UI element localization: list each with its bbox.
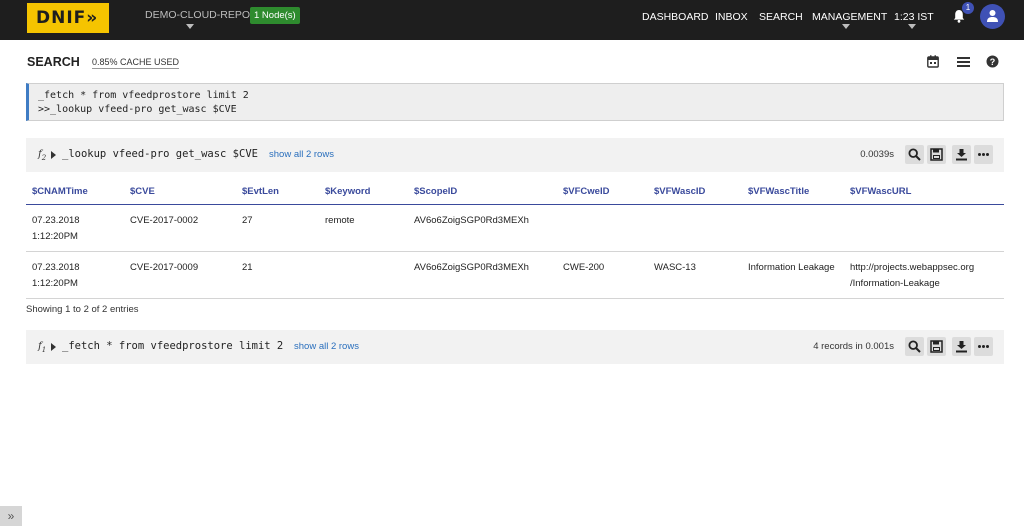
download-icon: [956, 149, 967, 161]
repo-selector[interactable]: DEMO-CLOUD-REPO: [145, 9, 250, 21]
expand-triangle-icon[interactable]: [51, 343, 56, 351]
download-result-button[interactable]: [952, 145, 971, 164]
table-cell: [319, 251, 408, 299]
column-header[interactable]: $VFWascTitle: [742, 180, 844, 205]
nav-management[interactable]: MANAGEMENT: [812, 11, 887, 23]
table-cell: [742, 204, 844, 252]
table-row[interactable]: 07.23.2018 1:12:20PM CVE-2017-0002 27 re…: [26, 204, 1004, 252]
table-header-row: $CNAMTime $CVE $EvtLen $Keyword $ScopeID…: [26, 180, 1004, 205]
help-icon[interactable]: ?: [986, 55, 1000, 69]
table-cell: Information Leakage: [742, 251, 844, 299]
column-header[interactable]: $VFWascID: [648, 180, 742, 205]
results-table: $CNAMTime $CVE $EvtLen $Keyword $ScopeID…: [26, 180, 1004, 299]
query-editor[interactable]: _fetch * from vfeedprostore limit 2 >>_l…: [26, 83, 1004, 121]
nav-dashboard[interactable]: DASHBOARD: [642, 11, 709, 23]
dnif-logo[interactable]: DNIF»: [27, 3, 109, 33]
table-cell: AV6o6ZoigSGP0Rd3MEXh: [408, 251, 557, 299]
download-result-button[interactable]: [952, 337, 971, 356]
table-cell: WASC-13: [648, 251, 742, 299]
table-row[interactable]: 07.23.2018 1:12:20PM CVE-2017-0009 21 AV…: [26, 251, 1004, 299]
top-navbar: DNIF» DEMO-CLOUD-REPO 1 Node(s) DASHBOAR…: [0, 0, 1024, 40]
table-cell: CVE-2017-0002: [124, 204, 236, 252]
show-all-rows-link[interactable]: show all 2 rows: [294, 341, 359, 352]
more-icon: [978, 345, 989, 348]
query-line: >>_lookup vfeed-pro get_wasc $CVE: [38, 104, 237, 115]
column-header[interactable]: $CNAMTime: [26, 180, 124, 205]
result-bar-f1: f1 _fetch * from vfeedprostore limit 2 s…: [26, 330, 1004, 364]
function-label: f2: [38, 149, 47, 162]
query-timing: 0.0039s: [860, 149, 894, 160]
function-label: f1: [38, 341, 47, 354]
table-cell: [648, 204, 742, 252]
expand-triangle-icon[interactable]: [51, 151, 56, 159]
nav-inbox[interactable]: INBOX: [715, 11, 748, 23]
notification-count-badge: 1: [962, 2, 974, 14]
table-cell: 07.23.2018 1:12:20PM: [26, 204, 124, 252]
column-header[interactable]: $VFWascURL: [844, 180, 1004, 205]
time-caret-icon[interactable]: [908, 24, 916, 29]
table-cell: [557, 204, 648, 252]
search-result-button[interactable]: [905, 337, 924, 356]
user-avatar[interactable]: [980, 4, 1005, 29]
calendar-icon[interactable]: [927, 55, 941, 69]
more-options-button[interactable]: [974, 145, 993, 164]
management-caret-icon[interactable]: [842, 24, 850, 29]
cache-used-indicator[interactable]: 0.85% CACHE USED: [92, 57, 180, 69]
column-header[interactable]: $EvtLen: [236, 180, 319, 205]
repo-caret-icon[interactable]: [186, 24, 194, 29]
show-all-rows-link[interactable]: show all 2 rows: [269, 149, 334, 160]
search-icon: [908, 340, 921, 353]
table-cell: remote: [319, 204, 408, 252]
save-icon: [930, 148, 943, 161]
result-bar-f2: f2 _lookup vfeed-pro get_wasc $CVE show …: [26, 138, 1004, 172]
table-cell: 21: [236, 251, 319, 299]
nav-search[interactable]: SEARCH: [759, 11, 803, 23]
query-timing: 4 records in 0.001s: [813, 341, 894, 352]
table-cell: CVE-2017-0009: [124, 251, 236, 299]
save-result-button[interactable]: [927, 145, 946, 164]
more-icon: [978, 153, 989, 156]
column-header[interactable]: $Keyword: [319, 180, 408, 205]
search-result-button[interactable]: [905, 145, 924, 164]
column-header[interactable]: $VFCweID: [557, 180, 648, 205]
expand-panel-button[interactable]: »: [0, 506, 22, 526]
page-title: SEARCH: [27, 55, 80, 69]
table-entries-info: Showing 1 to 2 of 2 entries: [26, 304, 139, 315]
table-cell: CWE-200: [557, 251, 648, 299]
result-query: _fetch * from vfeedprostore limit 2: [62, 340, 284, 352]
time-display[interactable]: 1:23 IST: [894, 11, 934, 23]
table-cell: [844, 204, 1004, 252]
table-cell: AV6o6ZoigSGP0Rd3MEXh: [408, 204, 557, 252]
save-result-button[interactable]: [927, 337, 946, 356]
result-query: _lookup vfeed-pro get_wasc $CVE: [62, 148, 258, 160]
user-icon: [987, 10, 998, 22]
query-line: _fetch * from vfeedprostore limit 2: [38, 90, 249, 101]
column-header[interactable]: $CVE: [124, 180, 236, 205]
menu-icon[interactable]: [957, 55, 971, 69]
svg-text:?: ?: [990, 57, 996, 67]
nodes-badge[interactable]: 1 Node(s): [250, 7, 300, 24]
download-icon: [956, 341, 967, 353]
save-icon: [930, 340, 943, 353]
table-cell: 27: [236, 204, 319, 252]
table-cell: 07.23.2018 1:12:20PM: [26, 251, 124, 299]
table-cell: http://projects.webappsec.org /Informati…: [844, 251, 1004, 299]
more-options-button[interactable]: [974, 337, 993, 356]
column-header[interactable]: $ScopeID: [408, 180, 557, 205]
search-icon: [908, 148, 921, 161]
